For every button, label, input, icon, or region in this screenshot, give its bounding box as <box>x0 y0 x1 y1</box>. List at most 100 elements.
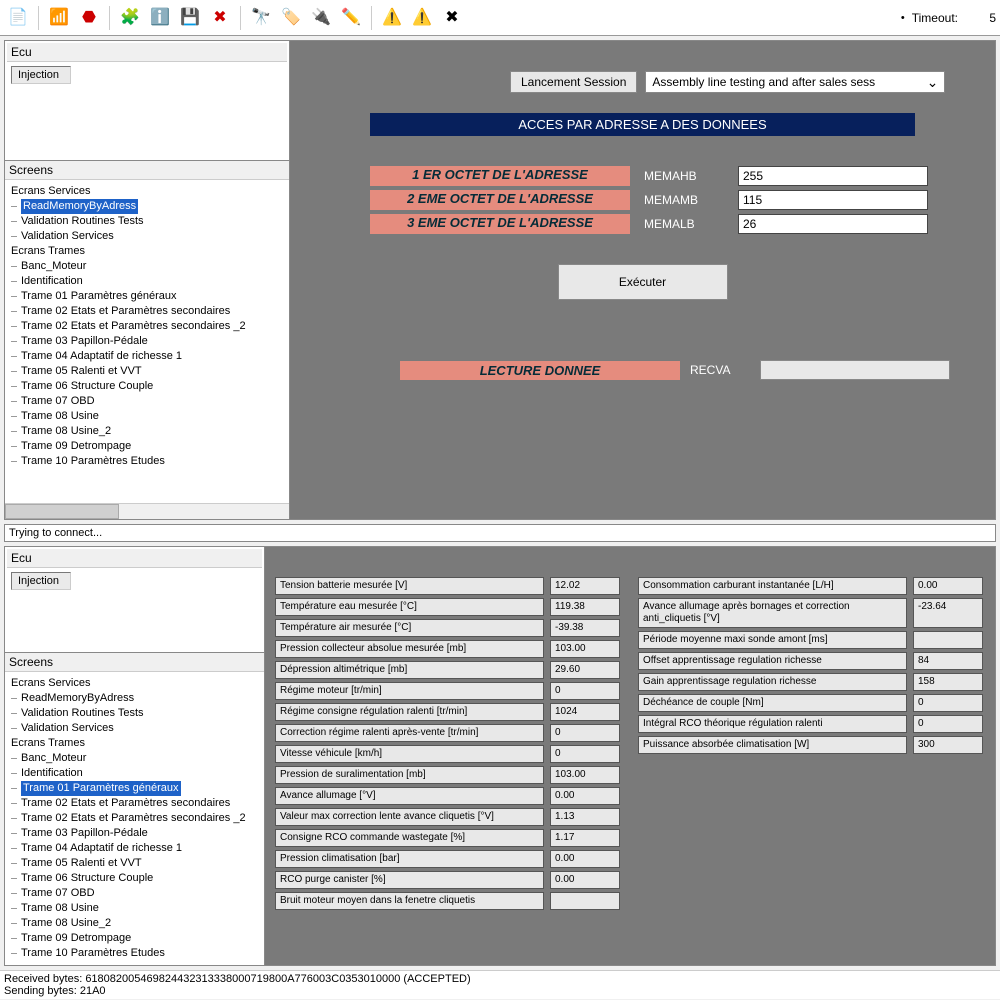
param-label: Tension batterie mesurée [V] <box>275 577 544 595</box>
tree-item[interactable]: Trame 04 Adaptatif de richesse 1 <box>7 349 287 364</box>
recv-value-box <box>760 360 950 380</box>
param-value: 1024 <box>550 703 620 721</box>
param-label: Offset apprentissage regulation richesse <box>638 652 907 670</box>
tree-root-trames[interactable]: Ecrans Trames <box>7 244 287 259</box>
tree-item[interactable]: Trame 06 Structure Couple <box>7 379 287 394</box>
param-value: 103.00 <box>550 640 620 658</box>
tree-item[interactable]: Trame 08 Usine_2 <box>7 916 262 931</box>
tree-item[interactable]: Trame 07 OBD <box>7 394 287 409</box>
tree-item[interactable]: Trame 10 Paramètres Etudes <box>7 454 287 469</box>
warn-x-icon[interactable]: ✖ <box>438 4 466 32</box>
param-label: Correction régime ralenti après-vente [t… <box>275 724 544 742</box>
tree-item[interactable]: Validation Services <box>7 229 287 244</box>
tree-item[interactable]: ReadMemoryByAdress <box>7 199 287 214</box>
tree-item[interactable]: Trame 01 Paramètres généraux <box>7 781 262 796</box>
ecu-header: Ecu <box>7 43 287 62</box>
hscrollbar[interactable] <box>5 503 289 519</box>
tree-item[interactable]: Identification <box>7 766 262 781</box>
tree-item[interactable]: Validation Services <box>7 721 262 736</box>
tree-item[interactable]: Trame 04 Adaptatif de richesse 1 <box>7 841 262 856</box>
tree-item[interactable]: Trame 09 Detrompage <box>7 931 262 946</box>
timeout-input[interactable] <box>966 11 996 25</box>
param-value: 1.17 <box>550 829 620 847</box>
tree-item[interactable]: Validation Routines Tests <box>7 706 262 721</box>
addr-red-label: 1 ER OCTET DE L'ADRESSE <box>370 166 630 186</box>
param-label: Bruit moteur moyen dans la fenetre cliqu… <box>275 892 544 910</box>
tree-item[interactable]: Validation Routines Tests <box>7 214 287 229</box>
tree-item[interactable]: Banc_Moteur <box>7 259 287 274</box>
tree-item[interactable]: Banc_Moteur <box>7 751 262 766</box>
sending-bytes: Sending bytes: 21A0 <box>4 985 996 997</box>
info-icon[interactable]: ℹ️ <box>146 4 174 32</box>
param-label: Pression collecteur absolue mesurée [mb] <box>275 640 544 658</box>
tree-item[interactable]: Trame 09 Detrompage <box>7 439 287 454</box>
tree-root-services[interactable]: Ecrans Services <box>7 676 262 691</box>
tag-icon[interactable]: 🏷️ <box>277 4 305 32</box>
param-value: 84 <box>913 652 983 670</box>
param-value: 12.02 <box>550 577 620 595</box>
param-label: Pression climatisation [bar] <box>275 850 544 868</box>
tree-item[interactable]: Trame 03 Papillon-Pédale <box>7 826 262 841</box>
param-label: Température eau mesurée [°C] <box>275 598 544 616</box>
param-label: Pression de suralimentation [mb] <box>275 766 544 784</box>
param-value: 0.00 <box>550 871 620 889</box>
tree-item[interactable]: Trame 07 OBD <box>7 886 262 901</box>
tree-item[interactable]: Identification <box>7 274 287 289</box>
screens-tree[interactable]: Ecrans ServicesReadMemoryByAdressValidat… <box>5 180 289 503</box>
tree-item[interactable]: Trame 08 Usine_2 <box>7 424 287 439</box>
tree-item[interactable]: Trame 02 Etats et Paramètres secondaires <box>7 304 287 319</box>
session-select[interactable]: Assembly line testing and after sales se… <box>645 71 945 93</box>
param-value: 103.00 <box>550 766 620 784</box>
ecu-header-2: Ecu <box>7 549 262 568</box>
param-label: Puissance absorbée climatisation [W] <box>638 736 907 754</box>
tree-item[interactable]: Trame 08 Usine <box>7 409 287 424</box>
tree-item[interactable]: Trame 05 Ralenti et VVT <box>7 364 287 379</box>
addr-name-label: MEMAMB <box>644 190 724 210</box>
pen-icon[interactable]: ✏️ <box>337 4 365 32</box>
new-file-icon[interactable]: 📄 <box>4 4 32 32</box>
param-value <box>913 631 983 649</box>
tree-item[interactable]: Trame 01 Paramètres généraux <box>7 289 287 304</box>
tree-root-trames[interactable]: Ecrans Trames <box>7 736 262 751</box>
warn1-icon[interactable]: ⚠️ <box>378 4 406 32</box>
tree-item[interactable]: Trame 02 Etats et Paramètres secondaires… <box>7 319 287 334</box>
param-label: Vitesse véhicule [km/h] <box>275 745 544 763</box>
param-label: Régime consigne régulation ralenti [tr/m… <box>275 703 544 721</box>
addr-input-2[interactable] <box>738 214 928 234</box>
ecu-icon[interactable]: 💾 <box>176 4 204 32</box>
chip-icon[interactable]: 🔌 <box>307 4 335 32</box>
can-icon[interactable]: ⚠️ <box>408 4 436 32</box>
param-label: Température air mesurée [°C] <box>275 619 544 637</box>
tree-root-services[interactable]: Ecrans Services <box>7 184 287 199</box>
param-label: Déchéance de couple [Nm] <box>638 694 907 712</box>
blue-header: ACCES PAR ADRESSE A DES DONNEES <box>370 113 915 136</box>
tree-item[interactable]: Trame 05 Ralenti et VVT <box>7 856 262 871</box>
stop-icon[interactable]: ⬣ <box>75 4 103 32</box>
tree-item[interactable]: Trame 06 Structure Couple <box>7 871 262 886</box>
execute-button[interactable]: Exécuter <box>558 264 728 300</box>
tree-item[interactable]: ReadMemoryByAdress <box>7 691 262 706</box>
param-value: 1.13 <box>550 808 620 826</box>
param-value: 158 <box>913 673 983 691</box>
tree-item[interactable]: Trame 02 Etats et Paramètres secondaires… <box>7 811 262 826</box>
ecu-injection-button-2[interactable]: Injection <box>11 572 71 590</box>
addr-red-label: 2 EME OCTET DE L'ADRESSE <box>370 190 630 210</box>
stairs-icon[interactable]: 📶 <box>45 4 73 32</box>
ecu-injection-button[interactable]: Injection <box>11 66 71 84</box>
tree-item[interactable]: Trame 02 Etats et Paramètres secondaires <box>7 796 262 811</box>
tree-item[interactable]: Trame 08 Usine <box>7 901 262 916</box>
screens-header-2: Screens <box>5 653 264 672</box>
tree-item[interactable]: Trame 10 Paramètres Etudes <box>7 946 262 961</box>
param-label: Régime moteur [tr/min] <box>275 682 544 700</box>
launch-session-button[interactable]: Lancement Session <box>510 71 637 93</box>
addr-input-0[interactable] <box>738 166 928 186</box>
binoculars-icon[interactable]: 🔭 <box>247 4 275 32</box>
param-value: 0 <box>550 745 620 763</box>
tree-item[interactable]: Trame 03 Papillon-Pédale <box>7 334 287 349</box>
delete-icon[interactable]: ✖ <box>206 4 234 32</box>
modules-icon[interactable]: 🧩 <box>116 4 144 32</box>
param-label: Consommation carburant instantanée [L/H] <box>638 577 907 595</box>
status-connecting: Trying to connect... <box>4 524 996 542</box>
screens-tree-2[interactable]: Ecrans ServicesReadMemoryByAdressValidat… <box>5 672 264 965</box>
addr-input-1[interactable] <box>738 190 928 210</box>
